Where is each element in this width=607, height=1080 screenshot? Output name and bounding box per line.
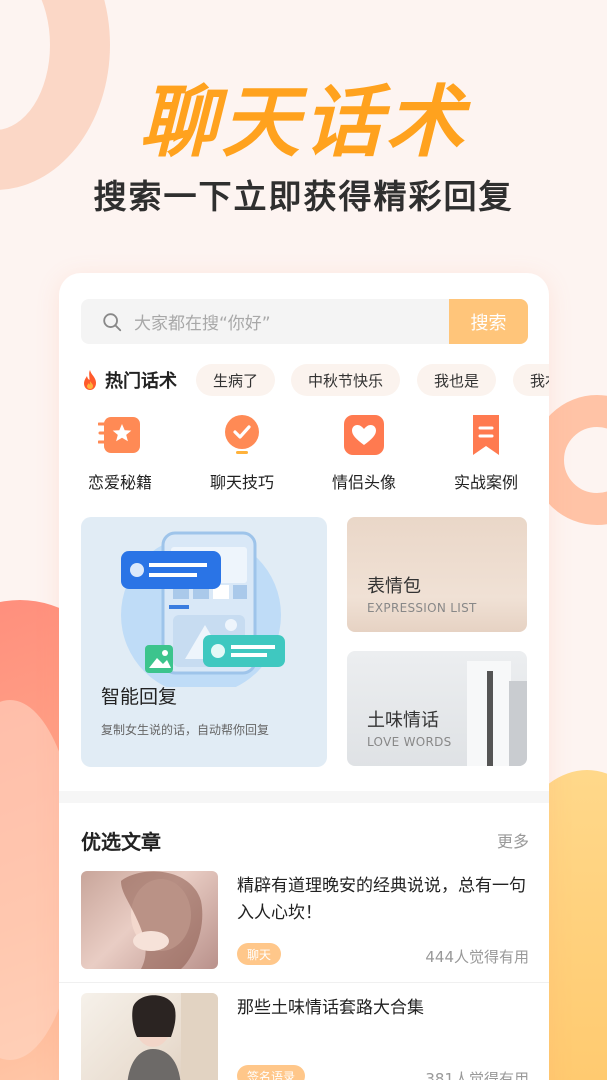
featured-articles-header: 优选文章 更多	[81, 826, 529, 856]
category-label: 情侣头像	[331, 473, 396, 492]
hero-title: 聊天话术	[139, 78, 468, 168]
hero-subtitle: 搜索一下立即获得精彩回复	[93, 177, 514, 216]
emoji-pack-subtitle: EXPRESSION LIST	[367, 601, 477, 615]
article-tag: 聊天	[237, 943, 282, 965]
featured-articles-title: 优选文章	[81, 830, 161, 854]
article-title: 精辟有道理晚安的经典说说，总有一句入人心坎！	[237, 876, 526, 923]
love-words-title: 土味情话	[367, 710, 439, 731]
heart-check-icon	[225, 415, 259, 454]
category-label: 聊天技巧	[209, 473, 274, 492]
category-label: 恋爱秘籍	[87, 473, 152, 492]
article-usefulness: 381人觉得有用	[425, 1070, 529, 1080]
search-bar: 大家都在搜“你好” 搜索	[81, 299, 528, 344]
article-tag: 签名语录	[237, 1065, 306, 1080]
search-placeholder: 大家都在搜“你好”	[134, 314, 271, 334]
search-button[interactable]: 搜索	[449, 299, 528, 344]
category-chat-skills[interactable]: 聊天技巧	[181, 413, 303, 493]
more-link[interactable]: 更多	[497, 828, 529, 852]
search-input[interactable]: 大家都在搜“你好”	[81, 299, 449, 344]
article-title: 那些土味情话套路大合集	[237, 998, 424, 1018]
article-item[interactable]: 精辟有道理晚安的经典说说，总有一句入人心坎！ 聊天 444人觉得有用	[81, 871, 529, 969]
article-usefulness: 444人觉得有用	[425, 948, 529, 966]
love-words-tile[interactable]: 土味情话 LOVE WORDS	[347, 651, 527, 766]
star-badge-icon	[98, 417, 140, 453]
category-label: 实战案例	[453, 473, 518, 492]
emoji-pack-tile[interactable]: 表情包 EXPRESSION LIST	[347, 517, 527, 632]
article-thumbnail	[81, 993, 218, 1080]
heart-frame-icon	[344, 415, 384, 455]
article-thumbnail	[81, 871, 218, 969]
section-divider	[59, 791, 549, 803]
category-love-tips[interactable]: 恋爱秘籍	[59, 413, 181, 493]
hot-chip[interactable]: 生病了	[196, 364, 276, 396]
search-icon	[103, 312, 122, 331]
hot-chip[interactable]: 我也是	[417, 364, 497, 396]
hot-topics-title: 热门话术	[105, 371, 177, 392]
hot-chip[interactable]: 我右	[513, 364, 549, 396]
fire-icon	[84, 370, 96, 390]
smart-reply-tile[interactable]: 智能回复 复制女生说的话，自动帮你回复	[81, 517, 327, 767]
hot-chip[interactable]: 中秋节快乐	[291, 364, 401, 396]
bookmark-icon	[473, 415, 499, 455]
smart-reply-title: 智能回复	[101, 686, 178, 708]
smart-reply-desc: 复制女生说的话，自动帮你回复	[101, 723, 270, 737]
love-words-decor	[467, 661, 527, 766]
smart-reply-illustration	[121, 531, 285, 687]
category-couple-avatar[interactable]: 情侣头像	[303, 413, 425, 493]
hot-topics-label: 热门话术	[81, 363, 177, 397]
article-item[interactable]: 那些土味情话套路大合集 签名语录 381人觉得有用	[81, 993, 529, 1080]
category-real-cases[interactable]: 实战案例	[425, 413, 547, 493]
main-card: 大家都在搜“你好” 搜索 热门话术 生病了 中秋节快乐 我也是 我右 恋爱秘籍	[59, 273, 549, 1080]
hot-topics-row: 热门话术 生病了 中秋节快乐 我也是 我右	[81, 363, 549, 397]
emoji-pack-title: 表情包	[367, 576, 421, 597]
article-separator	[59, 982, 549, 983]
love-words-subtitle: LOVE WORDS	[367, 735, 452, 749]
category-grid: 恋爱秘籍 聊天技巧 情侣头像 实战案例	[59, 413, 549, 503]
